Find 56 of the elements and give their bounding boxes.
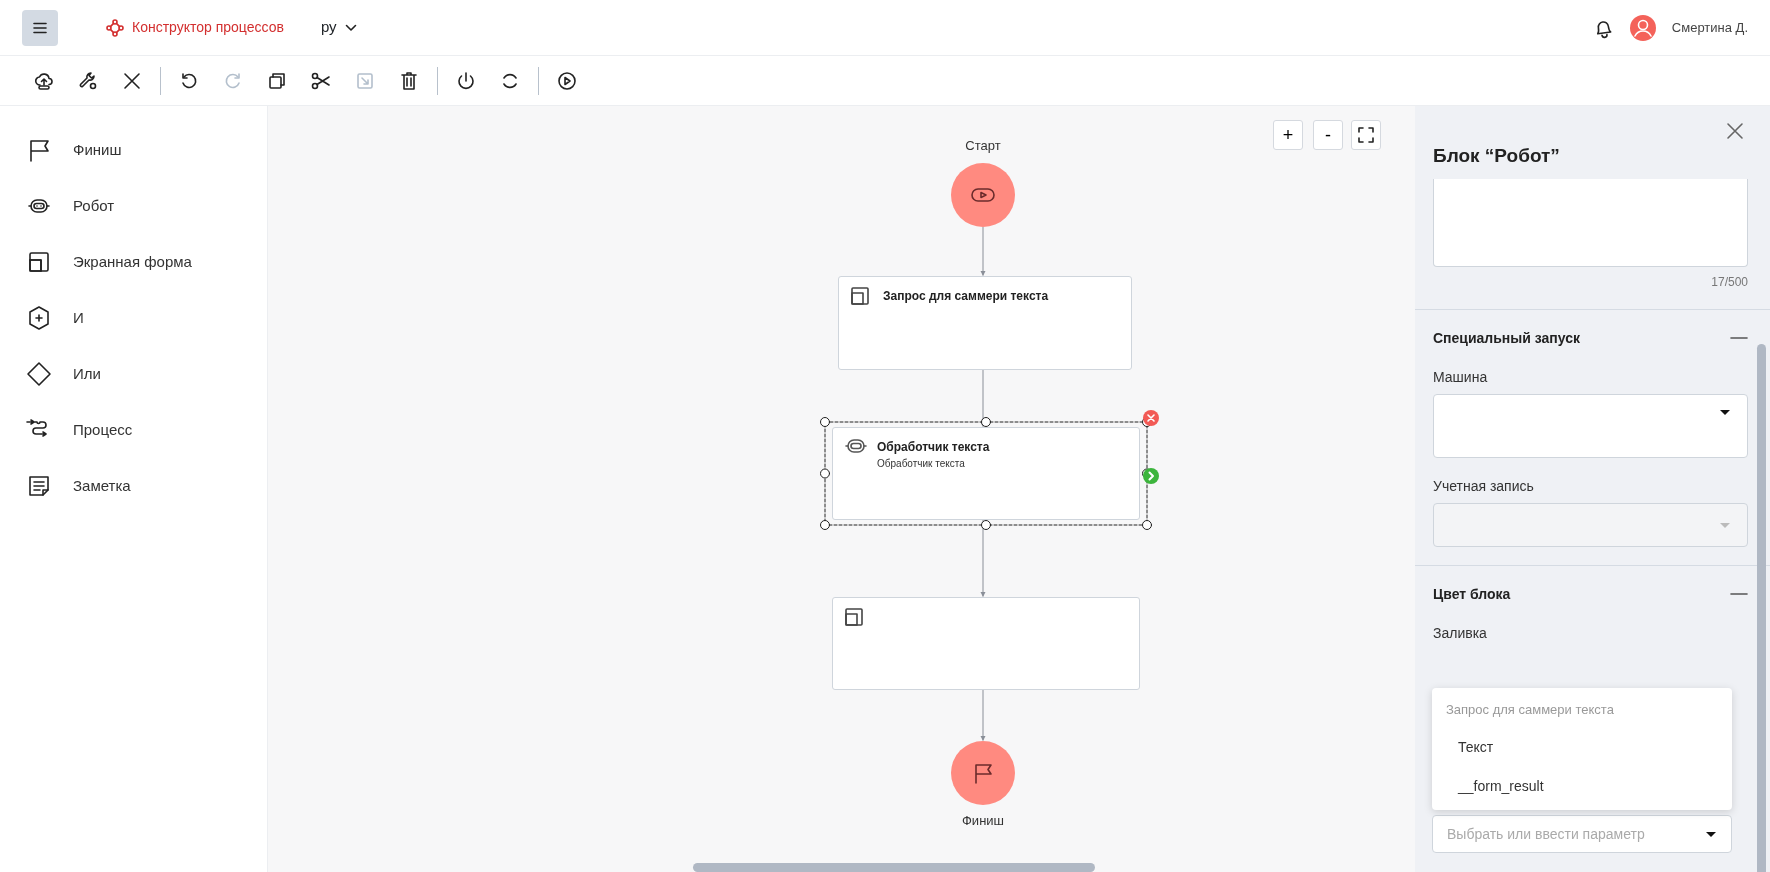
caret-icon — [1719, 408, 1731, 416]
connector-arrow — [980, 690, 986, 741]
section-title: Специальный запуск — [1433, 328, 1580, 348]
section-title: Цвет блока — [1433, 584, 1511, 604]
process-block[interactable]: Обработчик текста Обработчик текста — [832, 427, 1140, 520]
vertical-scrollbar[interactable] — [1757, 344, 1766, 872]
option-group-label: Запрос для саммери текста — [1445, 701, 1615, 719]
select-field[interactable] — [1433, 393, 1748, 458]
palette-item[interactable]: Робот — [0, 178, 267, 234]
form-window-icon — [851, 287, 869, 305]
fit-screen-button[interactable] — [1351, 120, 1381, 150]
field-label: Учетная запись — [1433, 476, 1535, 496]
selection-frame[interactable] — [820, 417, 1152, 530]
close-icon[interactable] — [1726, 122, 1744, 140]
palette-item[interactable]: И — [0, 290, 267, 346]
power-icon — [455, 69, 477, 92]
block-subtitle: Обработчик текста — [877, 457, 965, 471]
delete-icon[interactable] — [1142, 409, 1160, 427]
menu-button[interactable] — [22, 9, 58, 46]
user-name[interactable]: Смертина Д. — [1671, 17, 1748, 38]
zoom-in-button[interactable]: + — [1273, 120, 1303, 150]
play-icon — [556, 69, 578, 92]
palette-item[interactable]: Заметка — [0, 458, 267, 514]
palette-item[interactable]: Экранная форма — [0, 234, 267, 290]
fullscreen-icon — [1357, 126, 1375, 144]
wrench-gear-icon — [77, 69, 99, 92]
finish-label: Финиш — [961, 812, 1005, 830]
menu-icon — [33, 21, 47, 34]
field-label: Заливка — [1433, 623, 1488, 643]
horizontal-scrollbar[interactable] — [693, 863, 1095, 872]
robot-icon — [845, 438, 867, 454]
connector-arrow — [980, 227, 986, 276]
field-label: Машина — [1433, 367, 1489, 387]
palette-item[interactable]: Финиш — [0, 122, 267, 178]
logo-icon — [106, 18, 124, 37]
panel-title: Блок “Робот” — [1433, 144, 1561, 168]
zoom-out-button[interactable]: - — [1313, 120, 1343, 150]
avatar-icon[interactable] — [1629, 14, 1656, 41]
app-title: Конструктор процессов — [132, 18, 284, 37]
form-window-icon — [845, 608, 863, 626]
chevron-down-icon — [344, 23, 357, 32]
diamond-icon — [25, 360, 53, 388]
dropdown-option[interactable]: __form_result — [1432, 766, 1732, 806]
language-dropdown[interactable]: ру — [319, 15, 358, 40]
character-counter: 17/500 — [1710, 273, 1748, 291]
start-label: Старт — [964, 137, 1002, 155]
process-block[interactable]: Запрос для саммери текста — [838, 276, 1132, 370]
palette-item[interactable]: Или — [0, 346, 267, 402]
play-icon — [971, 187, 995, 203]
caret-icon — [1719, 521, 1731, 529]
caret-icon — [1705, 830, 1717, 838]
block-title: Запрос для саммери текста — [883, 288, 1049, 305]
dropdown-option[interactable]: Текст — [1432, 727, 1732, 767]
palette-item[interactable]: Процесс — [0, 402, 267, 458]
block-title: Обработчик текста — [877, 439, 990, 456]
trash-icon — [398, 69, 420, 92]
